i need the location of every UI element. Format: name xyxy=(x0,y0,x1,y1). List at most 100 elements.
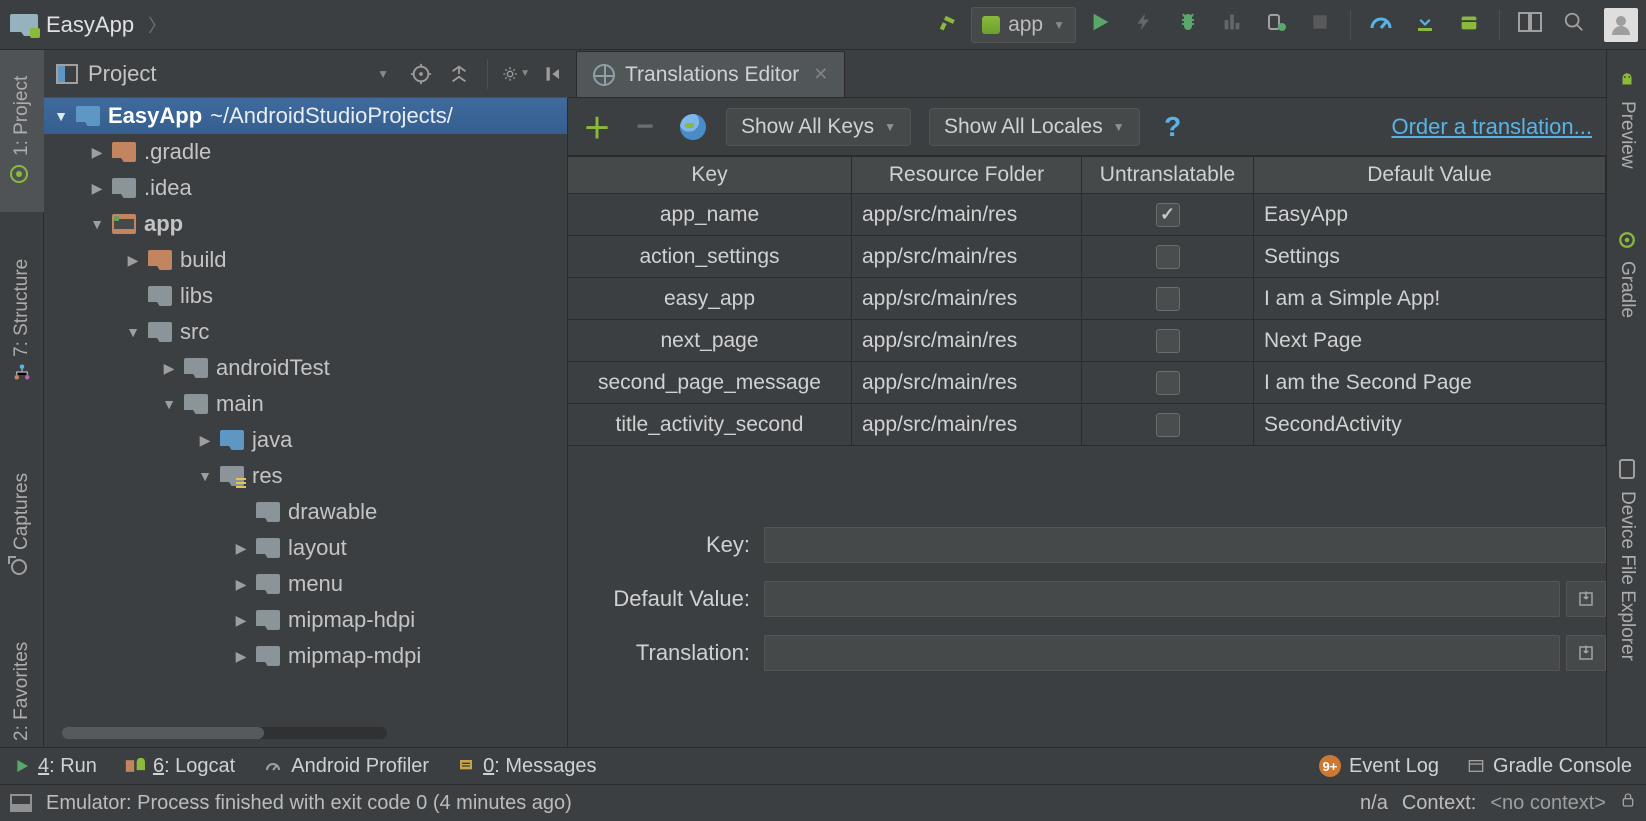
tab-translations-editor[interactable]: Translations Editor ✕ xyxy=(576,51,845,97)
chevron-down-icon[interactable]: ▼ xyxy=(377,67,389,81)
key-input[interactable] xyxy=(764,527,1606,563)
untranslatable-checkbox[interactable] xyxy=(1156,203,1180,227)
tool-window-captures[interactable]: Captures xyxy=(0,450,44,600)
tree-node[interactable]: .gradle xyxy=(44,134,567,170)
user-avatar[interactable] xyxy=(1604,8,1638,42)
sdk-manager-button[interactable] xyxy=(1449,7,1489,43)
table-row[interactable]: action_settingsapp/src/main/resSettings xyxy=(568,236,1606,278)
disclosure-icon[interactable] xyxy=(232,540,250,557)
profile-button[interactable] xyxy=(1212,7,1252,43)
cell-default-value[interactable]: I am a Simple App! xyxy=(1254,278,1606,319)
add-key-button[interactable]: ＋ xyxy=(582,112,612,142)
attach-debugger-button[interactable] xyxy=(1256,7,1296,43)
cell-default-value[interactable]: Settings xyxy=(1254,236,1606,277)
disclosure-icon[interactable] xyxy=(196,468,214,484)
cell-key[interactable]: second_page_message xyxy=(568,362,852,403)
disclosure-icon[interactable] xyxy=(232,612,250,629)
run-config-select[interactable]: app ▼ xyxy=(971,7,1076,43)
th-key[interactable]: Key xyxy=(568,157,852,193)
project-tree[interactable]: EasyApp ~/AndroidStudioProjects/ .gradle… xyxy=(44,98,568,747)
tree-node[interactable]: res xyxy=(44,458,567,494)
context-value[interactable]: <no context> xyxy=(1490,792,1606,815)
disclosure-icon[interactable] xyxy=(88,144,106,161)
locate-button[interactable] xyxy=(407,60,435,88)
search-button[interactable] xyxy=(1554,7,1594,43)
table-row[interactable]: next_pageapp/src/main/res Next Page xyxy=(568,320,1606,362)
default-value-input[interactable] xyxy=(764,581,1560,617)
disclosure-icon[interactable] xyxy=(196,432,214,449)
cell-untranslatable[interactable] xyxy=(1082,194,1254,235)
th-default-value[interactable]: Default Value xyxy=(1254,157,1606,193)
table-row[interactable]: second_page_messageapp/src/main/res I am … xyxy=(568,362,1606,404)
cell-resource-folder[interactable]: app/src/main/res xyxy=(852,194,1082,235)
tool-window-event-log[interactable]: 9+ Event Log xyxy=(1319,755,1439,778)
cell-key[interactable]: next_page xyxy=(568,320,852,361)
apply-changes-button[interactable] xyxy=(1124,7,1164,43)
close-icon[interactable]: ✕ xyxy=(813,64,828,85)
tool-window-run[interactable]: 4: Run xyxy=(14,755,97,778)
tree-node[interactable]: java xyxy=(44,422,567,458)
tree-node[interactable]: libs xyxy=(44,278,567,314)
horizontal-scrollbar[interactable] xyxy=(62,727,387,739)
filter-keys-dropdown[interactable]: Show All Keys ▼ xyxy=(726,108,911,146)
disclosure-icon[interactable] xyxy=(232,648,250,665)
untranslatable-checkbox[interactable] xyxy=(1156,245,1180,269)
tree-node[interactable]: src xyxy=(44,314,567,350)
cell-resource-folder[interactable]: app/src/main/res xyxy=(852,320,1082,361)
breadcrumb[interactable]: EasyApp 〉 xyxy=(0,12,166,38)
tree-node[interactable]: mipmap-hdpi xyxy=(44,602,567,638)
avd-manager-button[interactable] xyxy=(1405,7,1445,43)
translation-input[interactable] xyxy=(764,635,1560,671)
disclosure-icon[interactable] xyxy=(160,360,178,377)
cell-untranslatable[interactable] xyxy=(1082,236,1254,277)
tool-window-preview[interactable]: Preview xyxy=(1607,50,1646,190)
sync-button[interactable] xyxy=(1361,7,1401,43)
disclosure-icon[interactable] xyxy=(88,216,106,232)
tree-node-module[interactable]: app xyxy=(44,206,567,242)
tool-window-gradle-console[interactable]: Gradle Console xyxy=(1467,755,1632,778)
remove-key-button[interactable]: − xyxy=(630,112,660,142)
disclosure-icon[interactable] xyxy=(88,180,106,197)
tool-window-device-explorer[interactable]: Device File Explorer xyxy=(1607,430,1646,690)
untranslatable-checkbox[interactable] xyxy=(1156,371,1180,395)
debug-button[interactable] xyxy=(1168,7,1208,43)
disclosure-icon[interactable] xyxy=(124,324,142,340)
cell-untranslatable[interactable] xyxy=(1082,362,1254,403)
tool-window-gradle[interactable]: Gradle xyxy=(1607,210,1646,340)
tree-node[interactable]: drawable xyxy=(44,494,567,530)
cell-key[interactable]: title_activity_second xyxy=(568,404,852,445)
cell-key[interactable]: action_settings xyxy=(568,236,852,277)
table-row[interactable]: app_nameapp/src/main/resEasyApp xyxy=(568,194,1606,236)
tree-node[interactable]: androidTest xyxy=(44,350,567,386)
cell-key[interactable]: easy_app xyxy=(568,278,852,319)
disclosure-icon[interactable] xyxy=(52,108,70,124)
cell-default-value[interactable]: I am the Second Page xyxy=(1254,362,1606,403)
filter-locales-dropdown[interactable]: Show All Locales ▼ xyxy=(929,108,1140,146)
untranslatable-checkbox[interactable] xyxy=(1156,413,1180,437)
cell-untranslatable[interactable] xyxy=(1082,404,1254,445)
cell-key[interactable]: app_name xyxy=(568,194,852,235)
settings-button[interactable]: ▼ xyxy=(502,60,530,88)
cell-default-value[interactable]: Next Page xyxy=(1254,320,1606,361)
cell-default-value[interactable]: SecondActivity xyxy=(1254,404,1606,445)
disclosure-icon[interactable] xyxy=(160,396,178,412)
stop-button[interactable] xyxy=(1300,7,1340,43)
cell-resource-folder[interactable]: app/src/main/res xyxy=(852,362,1082,403)
cell-untranslatable[interactable] xyxy=(1082,278,1254,319)
th-resource-folder[interactable]: Resource Folder xyxy=(852,157,1082,193)
tool-window-project[interactable]: 1: Project xyxy=(0,50,44,212)
scrollbar-thumb[interactable] xyxy=(62,727,264,739)
add-locale-button[interactable] xyxy=(678,112,708,142)
browse-resource-button[interactable] xyxy=(1566,581,1606,617)
table-row[interactable]: title_activity_secondapp/src/main/resSec… xyxy=(568,404,1606,446)
run-button[interactable] xyxy=(1080,7,1120,43)
tree-node[interactable]: .idea xyxy=(44,170,567,206)
project-view-select[interactable]: Project xyxy=(88,61,156,87)
untranslatable-checkbox[interactable] xyxy=(1156,329,1180,353)
cell-untranslatable[interactable] xyxy=(1082,320,1254,361)
th-untranslatable[interactable]: Untranslatable xyxy=(1082,157,1254,193)
tree-root[interactable]: EasyApp ~/AndroidStudioProjects/ xyxy=(44,98,567,134)
tree-node[interactable]: layout xyxy=(44,530,567,566)
tool-window-structure[interactable]: 7: Structure xyxy=(0,230,44,410)
disclosure-icon[interactable] xyxy=(124,252,142,269)
